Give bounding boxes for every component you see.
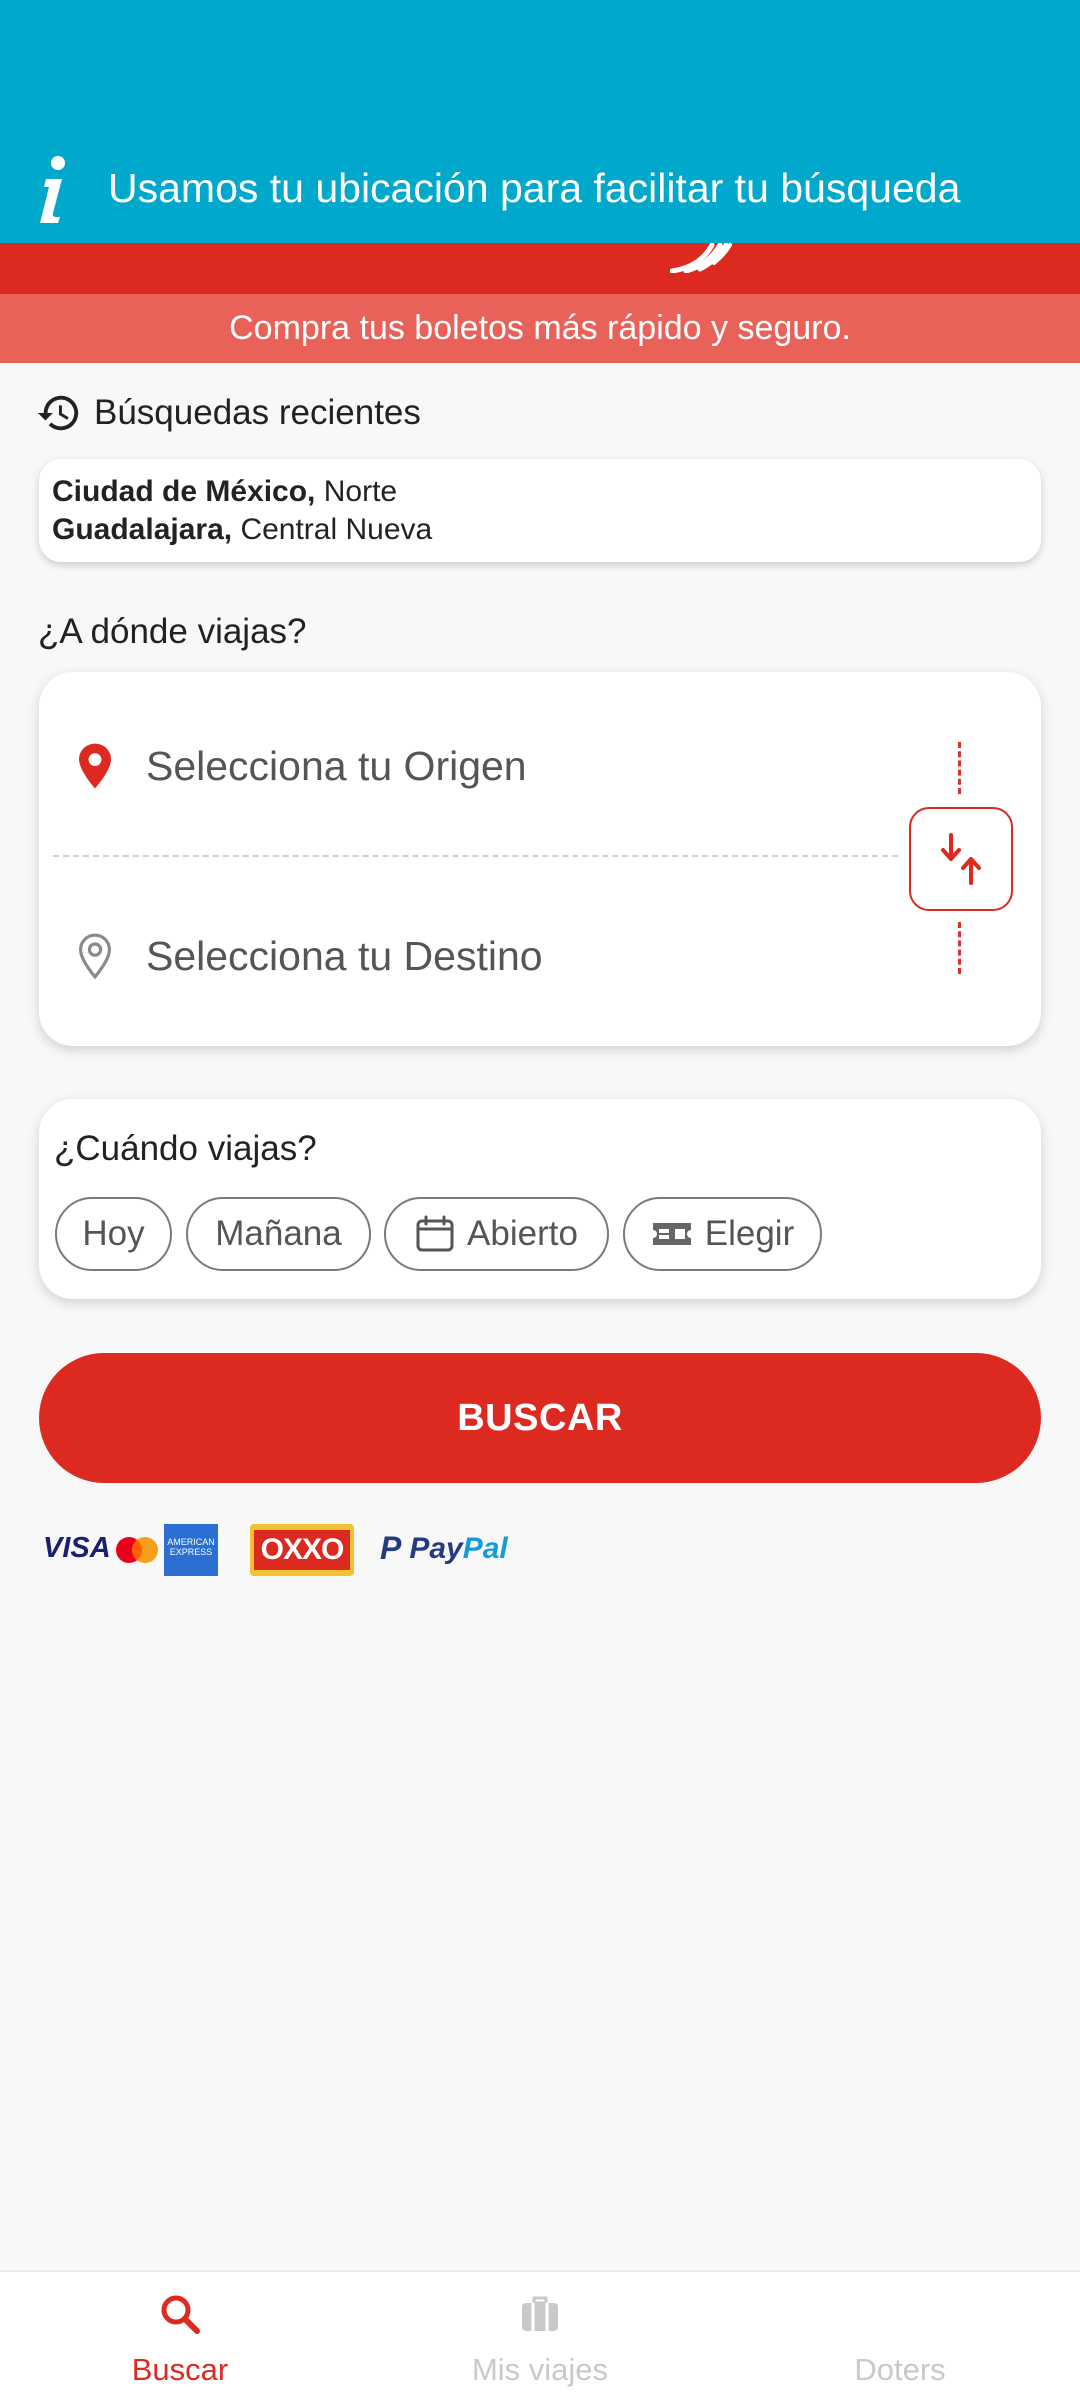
swap-route-button[interactable] [909, 807, 1013, 911]
location-pin-icon [79, 743, 111, 789]
when-card: ¿Cuándo viajas? Hoy Mañana Abierto Elegi… [39, 1099, 1041, 1299]
recent-destination: Guadalajara, Central Nueva [52, 511, 1028, 549]
history-icon [37, 395, 79, 431]
location-pin-outline-icon [78, 933, 112, 980]
nav-label-buscar: Buscar [131, 2352, 229, 2387]
recent-searches-header: Búsquedas recientes [36, 388, 421, 438]
recent-destination-city: Guadalajara, [52, 513, 233, 546]
paypal-pay: Pay [409, 1531, 463, 1565]
ticket-icon [652, 1223, 691, 1245]
info-banner-text: Usamos tu ubicación para facilitar tu bú… [108, 165, 961, 211]
paypal-p-icon: P [380, 1530, 402, 1566]
recent-origin-city: Ciudad de México, [52, 475, 316, 508]
nav-item-mis-viajes[interactable]: Mis viajes [360, 2272, 720, 2400]
recent-search-card[interactable]: Ciudad de México, Norte Guadalajara, Cen… [39, 459, 1041, 562]
swap-connector-top [958, 742, 961, 794]
route-card: Selecciona tu Origen Selecciona tu Desti… [39, 672, 1041, 1046]
nav-label-mis-viajes: Mis viajes [471, 2352, 609, 2387]
swap-arrows-icon [941, 833, 981, 885]
bottom-navigation: Buscar Mis viajes Doters [0, 2270, 1080, 2400]
when-title: ¿Cuándo viajas? [54, 1129, 317, 1168]
location-info-banner: Usamos tu ubicación para facilitar tu bú… [0, 0, 1080, 243]
recent-origin: Ciudad de México, Norte [52, 473, 1028, 511]
where-title: ¿A dónde viajas? [38, 612, 307, 651]
paypal-logo: P Pay Pal [380, 1530, 508, 1567]
oxxo-logo-text: OXXO [254, 1530, 350, 1570]
destination-field[interactable]: Selecciona tu Destino [75, 932, 543, 980]
date-chip-today-label: Hoy [82, 1214, 145, 1253]
brand-logo-icon [670, 243, 732, 273]
nav-item-doters[interactable]: Doters [720, 2272, 1080, 2400]
recent-searches-title: Búsquedas recientes [94, 393, 421, 432]
recent-origin-terminal: Norte [323, 475, 398, 508]
amex-line-2: EXPRESS [169, 1547, 213, 1557]
search-icon [161, 2295, 200, 2334]
date-chip-tomorrow-label: Mañana [215, 1214, 342, 1253]
visa-logo: VISA [43, 1532, 111, 1564]
amex-line-1: AMERICAN [167, 1537, 215, 1547]
date-chip-choose-label: Elegir [704, 1214, 795, 1253]
date-chip-open-label: Abierto [467, 1214, 578, 1253]
date-chip-choose[interactable]: Elegir [623, 1197, 822, 1271]
paypal-pal: Pal [462, 1531, 508, 1565]
nav-item-buscar[interactable]: Buscar [0, 2272, 360, 2400]
origin-placeholder: Selecciona tu Origen [146, 742, 527, 789]
recent-destination-terminal: Central Nueva [240, 513, 433, 546]
search-button[interactable]: BUSCAR [39, 1353, 1041, 1483]
date-chip-today[interactable]: Hoy [55, 1197, 172, 1271]
info-icon [40, 156, 65, 223]
date-chip-tomorrow[interactable]: Mañana [186, 1197, 371, 1271]
luggage-icon [522, 2296, 558, 2331]
route-divider [53, 855, 898, 857]
mastercard-logo-icon [116, 1537, 158, 1563]
oxxo-logo: OXXO [250, 1524, 354, 1576]
promo-bar: Compra tus boletos más rápido y seguro. [0, 294, 1080, 363]
nav-label-doters: Doters [854, 2352, 946, 2387]
swap-connector-bottom [958, 922, 961, 974]
brand-header [0, 243, 1080, 294]
origin-field[interactable]: Selecciona tu Origen [75, 742, 527, 790]
calendar-icon [416, 1215, 454, 1252]
amex-logo: AMERICAN EXPRESS [164, 1524, 218, 1576]
date-chip-open[interactable]: Abierto [384, 1197, 609, 1271]
destination-placeholder: Selecciona tu Destino [146, 932, 543, 979]
